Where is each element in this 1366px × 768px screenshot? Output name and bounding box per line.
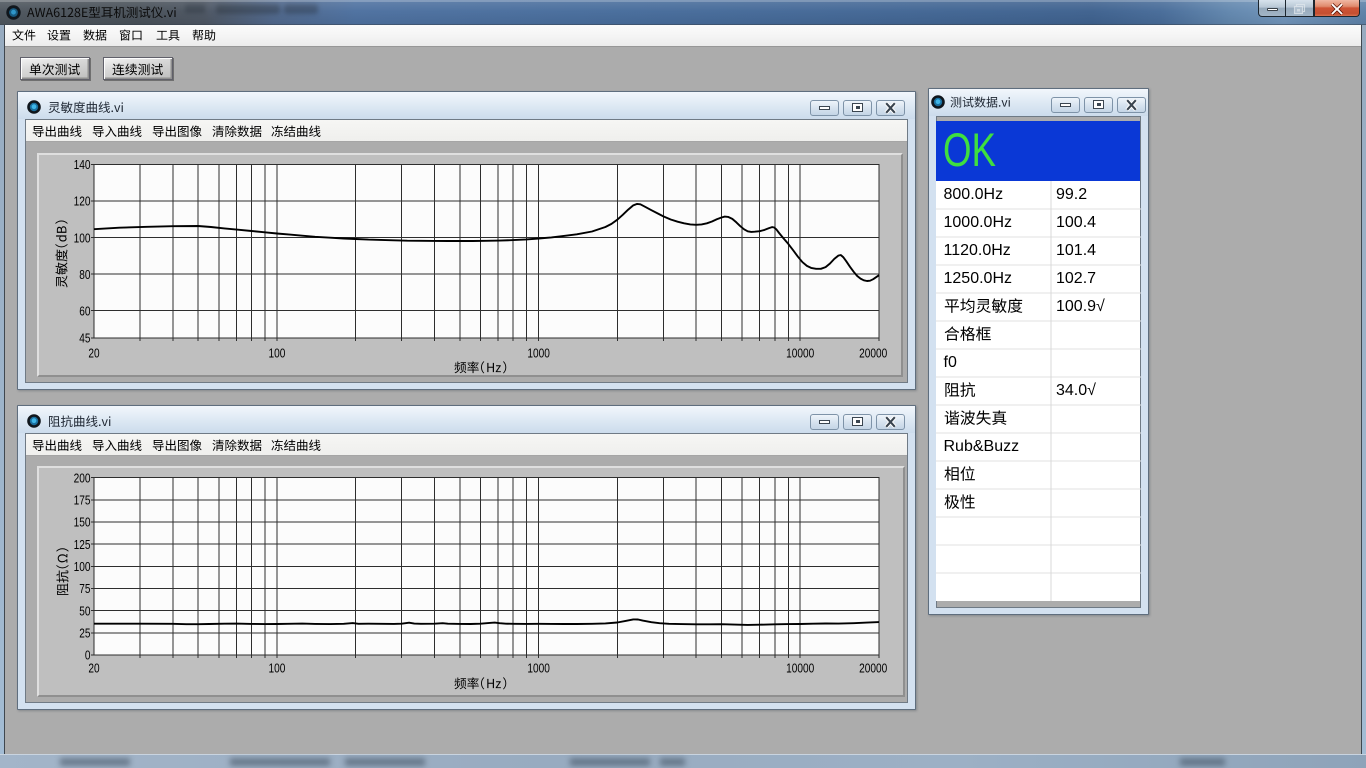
svg-text:60: 60 — [79, 303, 90, 318]
svg-text:120: 120 — [74, 194, 91, 209]
svg-text:20000: 20000 — [859, 346, 887, 361]
svg-text:50: 50 — [79, 603, 90, 618]
svg-text:1000: 1000 — [527, 661, 550, 676]
svg-text:20: 20 — [88, 346, 99, 361]
svg-text:100: 100 — [268, 346, 285, 361]
svg-text:1000: 1000 — [527, 346, 550, 361]
svg-text:75: 75 — [79, 581, 90, 596]
svg-text:45: 45 — [79, 331, 90, 346]
svg-text:140: 140 — [74, 157, 91, 172]
svg-text:80: 80 — [79, 267, 90, 282]
svg-text:10000: 10000 — [786, 661, 814, 676]
svg-text:100: 100 — [74, 230, 91, 245]
svg-text:200: 200 — [74, 470, 91, 485]
svg-text:100: 100 — [74, 559, 91, 574]
svg-text:150: 150 — [74, 515, 91, 530]
svg-text:25: 25 — [79, 626, 90, 641]
svg-text:10000: 10000 — [786, 346, 814, 361]
svg-text:20000: 20000 — [859, 661, 887, 676]
svg-text:125: 125 — [74, 537, 91, 552]
svg-text:20: 20 — [88, 661, 99, 676]
svg-text:175: 175 — [74, 493, 91, 508]
svg-text:100: 100 — [268, 661, 285, 676]
